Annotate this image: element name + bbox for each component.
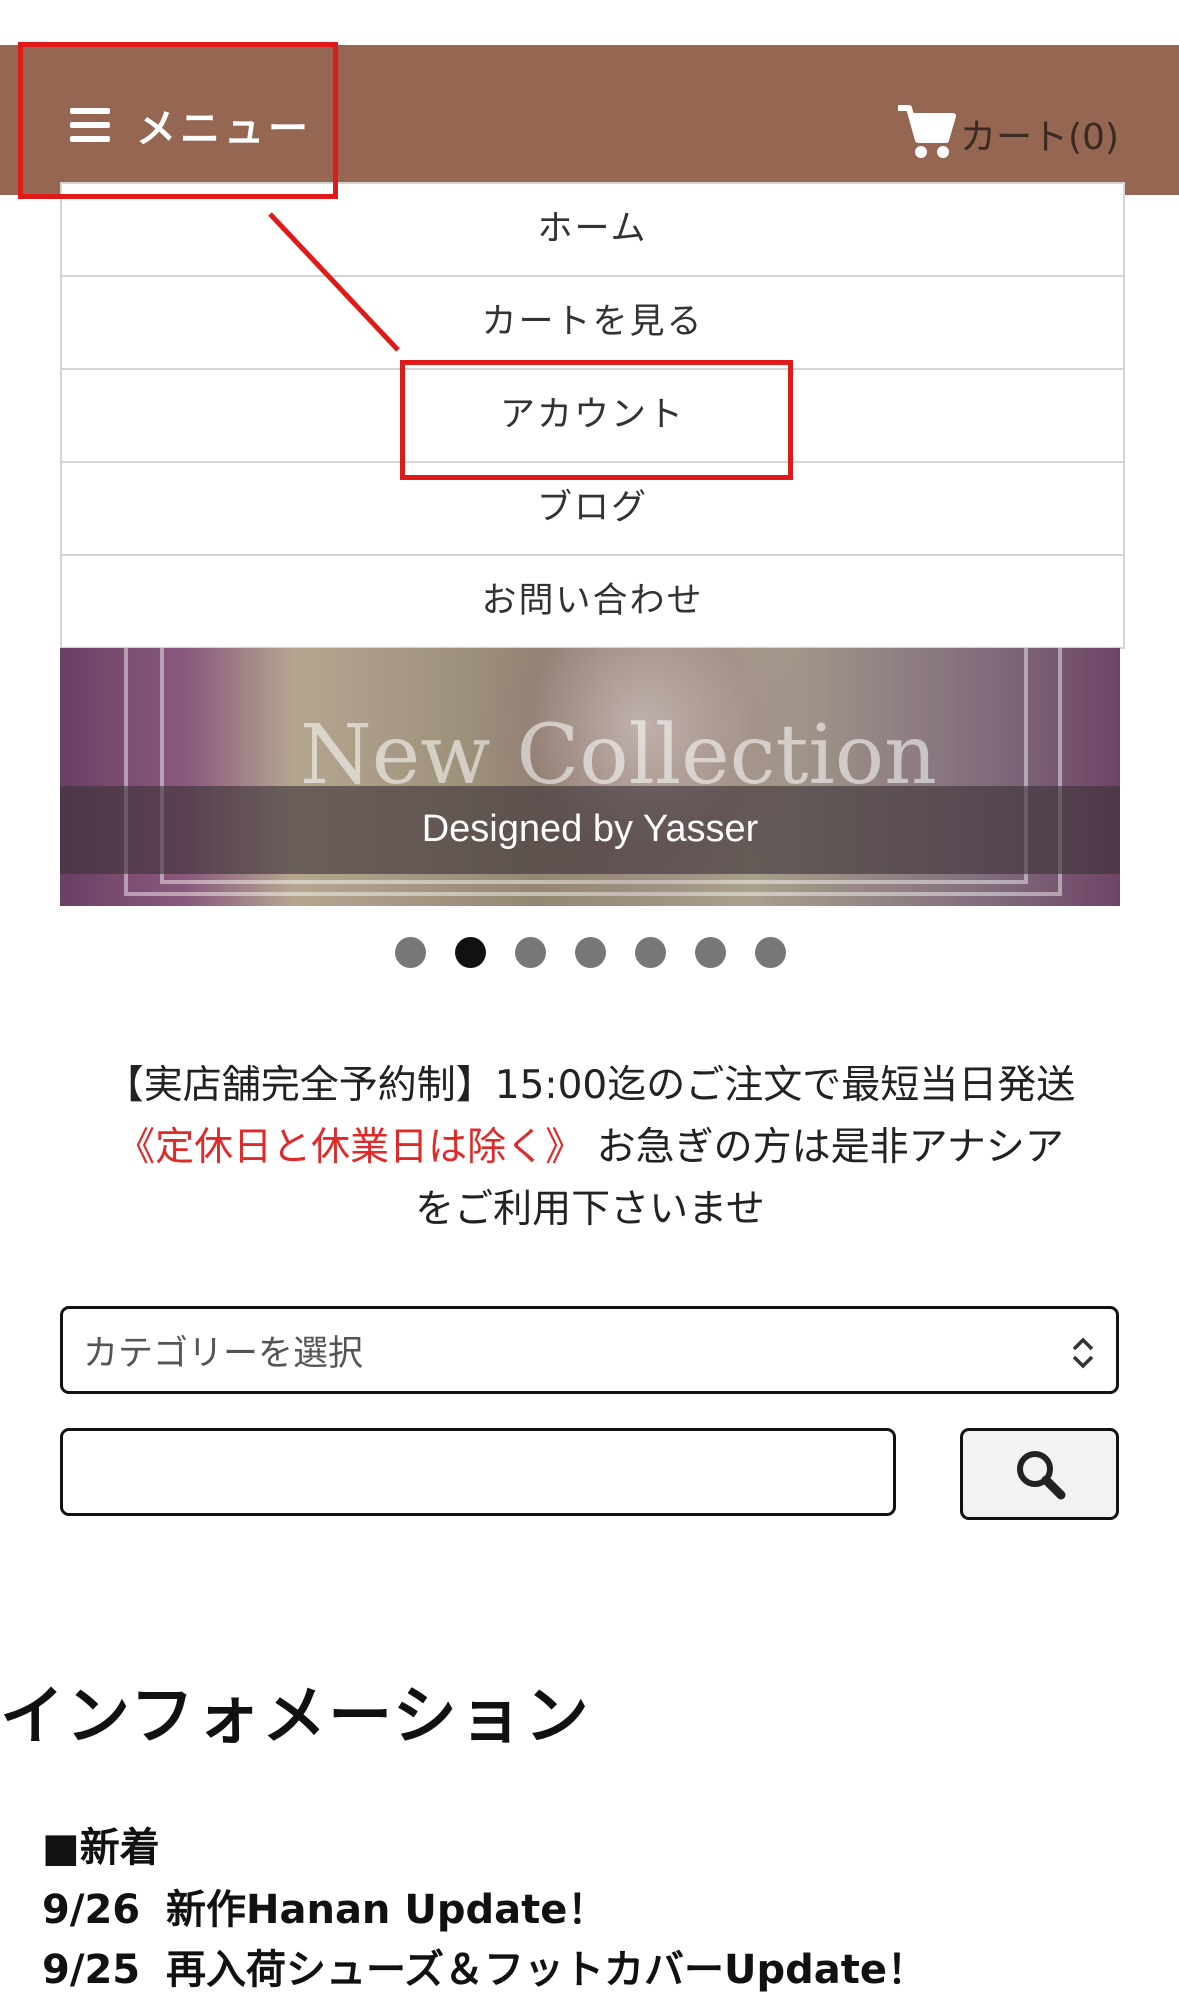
hamburger-icon: [70, 108, 110, 142]
news-date: 9/26: [42, 1887, 141, 1933]
menu-button[interactable]: メニュー: [70, 90, 312, 160]
notice-holiday-note: 《定休日と休業日は除く》: [116, 1125, 585, 1170]
dropdown-menu: ホーム カートを見る アカウント ブログ お問い合わせ: [60, 182, 1125, 649]
menu-item-account[interactable]: アカウント: [62, 370, 1123, 463]
select-chevrons-icon: [1072, 1337, 1094, 1369]
notice-line-2-rest: お急ぎの方は是非アナシア: [596, 1125, 1064, 1170]
news-text: 再入荷シューズ＆フットカバーUpdate！: [166, 1947, 927, 1993]
banner-caption: Designed by Yasser: [421, 808, 759, 850]
search-button[interactable]: [960, 1428, 1119, 1520]
notice-line-2: 《定休日と休業日は除く》 お急ぎの方は是非アナシア: [80, 1117, 1100, 1179]
category-select-value: カテゴリーを選択: [83, 1333, 364, 1374]
search-icon: [1016, 1451, 1065, 1500]
search-input[interactable]: [60, 1428, 896, 1516]
carousel-dot[interactable]: [575, 937, 606, 968]
carousel-dot[interactable]: [395, 937, 426, 968]
menu-item-view-cart[interactable]: カートを見る: [62, 277, 1123, 370]
menu-item-blog[interactable]: ブログ: [62, 463, 1123, 556]
new-arrivals-label: ■新着: [42, 1825, 160, 1871]
news-text: 新作Hanan Update！: [166, 1887, 608, 1933]
carousel-dots: [395, 937, 786, 968]
notice-line-3: をご利用下さいませ: [415, 1187, 765, 1232]
carousel-dot[interactable]: [635, 937, 666, 968]
news-item[interactable]: 9/26 新作Hanan Update！: [42, 1877, 607, 1935]
cart-label: カート(0): [960, 117, 1119, 158]
carousel-dot[interactable]: [755, 937, 786, 968]
hero-banner[interactable]: New Collection Designed by Yasser: [60, 648, 1120, 906]
notice-line-1: 【実店舗完全予約制】15:00迄のご注文で最短当日発送: [104, 1063, 1076, 1108]
cart-icon: [898, 105, 956, 158]
information-heading: インフォメーション: [0, 1680, 591, 1754]
shipping-notice: 【実店舗完全予約制】15:00迄のご注文で最短当日発送 《定休日と休業日は除く》…: [80, 1055, 1100, 1241]
menu-item-home[interactable]: ホーム: [62, 184, 1123, 277]
category-select[interactable]: カテゴリーを選択: [60, 1306, 1119, 1394]
carousel-dot-active[interactable]: [455, 937, 486, 968]
carousel-dot[interactable]: [695, 937, 726, 968]
news-date: 9/25: [42, 1947, 141, 1993]
menu-label: メニュー: [136, 106, 312, 152]
carousel-dot[interactable]: [515, 937, 546, 968]
menu-item-contact[interactable]: お問い合わせ: [62, 556, 1123, 647]
cart-link[interactable]: カート(0): [896, 80, 1119, 160]
news-item[interactable]: 9/25 再入荷シューズ＆フットカバーUpdate！: [42, 1937, 927, 1995]
